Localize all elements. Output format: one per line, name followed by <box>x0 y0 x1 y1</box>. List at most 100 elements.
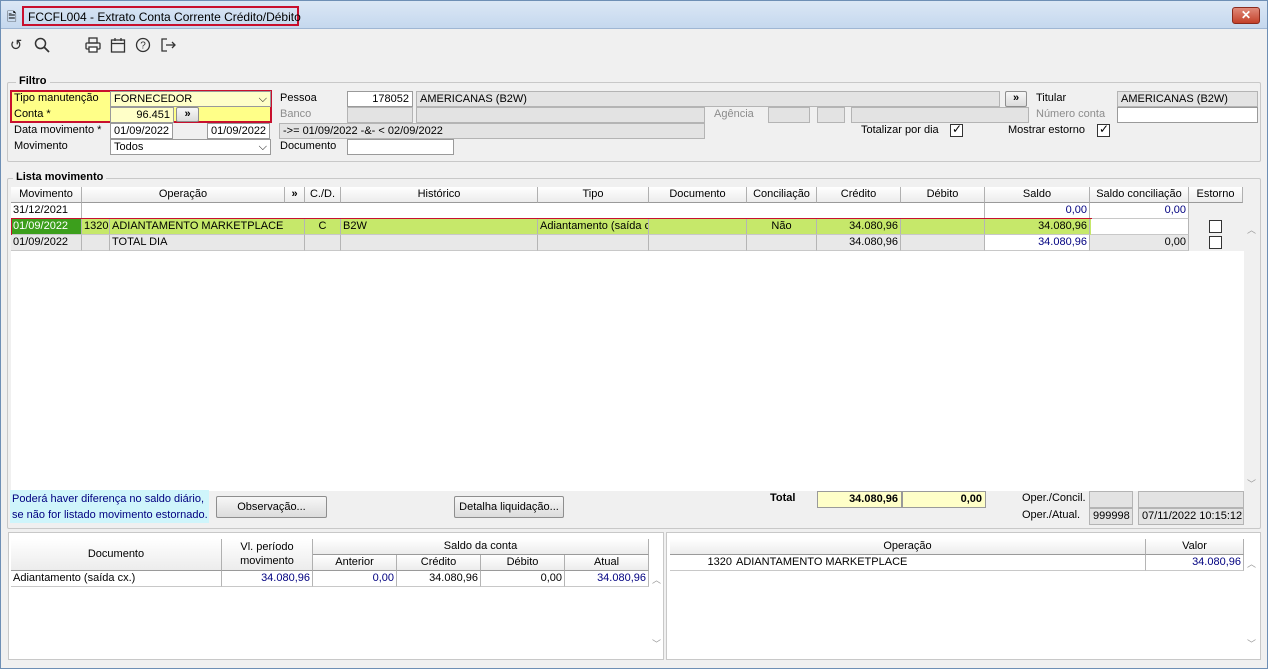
conta-input[interactable]: 96.451 <box>110 107 174 123</box>
col-bl-saldo-conta[interactable]: Saldo da conta <box>313 539 649 555</box>
table-row-cell[interactable]: 0,00 <box>481 571 565 587</box>
table-row-cell[interactable]: 0,00 <box>985 203 1090 219</box>
pessoa-expand-button[interactable]: » <box>1005 91 1027 107</box>
table-row-cell[interactable]: 34.080,96 <box>1146 555 1244 571</box>
pessoa-label: Pessoa <box>280 92 317 104</box>
document-icon: 🗎 <box>7 10 17 24</box>
table-row-cell[interactable]: 34.080,96 <box>565 571 649 587</box>
table-row-cell[interactable] <box>341 235 538 251</box>
col-credito[interactable]: Crédito <box>817 187 901 203</box>
banco-code-field <box>347 107 413 123</box>
col-operacao[interactable]: Operação <box>82 187 285 203</box>
totalizar-checkbox[interactable] <box>950 122 963 137</box>
main-window: 🗎 FCCFL004 - Extrato Conta Corrente Créd… <box>0 0 1268 669</box>
col-br-valor[interactable]: Valor <box>1146 539 1244 555</box>
col-bl-anterior[interactable]: Anterior <box>313 555 397 571</box>
help-icon[interactable]: ? <box>134 37 152 55</box>
col-saldo-conciliacao[interactable]: Saldo conciliação <box>1090 187 1189 203</box>
scroll-down-icon[interactable]: ﹀ <box>1247 477 1256 490</box>
undo-icon[interactable]: ↺ <box>7 37 25 55</box>
scroll-up-icon[interactable]: ︿ <box>652 573 661 586</box>
table-row-cell[interactable]: 34.080,96 <box>985 235 1090 251</box>
col-br-operacao[interactable]: Operação <box>670 539 1146 555</box>
tipo-manutencao-select[interactable]: FORNECEDOR ⌵ <box>110 91 271 107</box>
table-row-cell[interactable]: 0,00 <box>1090 203 1189 219</box>
col-bl-vl-periodo[interactable]: Vl. período movimento <box>222 539 313 571</box>
col-bl-atual[interactable]: Atual <box>565 555 649 571</box>
data-movimento-label: Data movimento * <box>14 124 102 136</box>
scroll-up-icon[interactable]: ︿ <box>1247 223 1256 236</box>
table-row-cell[interactable] <box>82 203 985 219</box>
mostrar-estorno-checkbox[interactable] <box>1097 122 1110 137</box>
table-row-cell[interactable] <box>747 235 817 251</box>
col-conciliacao[interactable]: Conciliação <box>747 187 817 203</box>
oper-atual-user-field: 999998 <box>1089 508 1133 525</box>
oper-concil-datetime-field <box>1138 491 1244 508</box>
table-row-cell[interactable]: 0,00 <box>1090 235 1189 251</box>
table-row-cell[interactable]: Adiantamento (saída cx.) <box>11 571 222 587</box>
agencia-digit-field <box>817 107 845 123</box>
oper-concil-user-field <box>1089 491 1133 508</box>
estorno-checkbox[interactable] <box>1209 236 1222 249</box>
movimento-select[interactable]: Todos ⌵ <box>110 139 271 155</box>
table-row-cell[interactable] <box>649 235 747 251</box>
pessoa-code-input[interactable]: 178052 <box>347 91 413 107</box>
table-row-cell[interactable]: 34.080,96 <box>222 571 313 587</box>
table-row-cell[interactable] <box>305 235 341 251</box>
data-movimento-from-input[interactable]: 01/09/2022 <box>110 123 173 139</box>
col-movimento[interactable]: Movimento <box>11 187 82 203</box>
calendar-icon[interactable] <box>109 37 127 55</box>
agencia-name-field <box>851 107 1029 123</box>
oper-concil-label: Oper./Concil. <box>1022 492 1086 504</box>
col-bl-debito[interactable]: Débito <box>481 555 565 571</box>
svg-text:?: ? <box>140 41 146 52</box>
tipo-manutencao-label: Tipo manutenção <box>14 92 99 104</box>
table-row-cell[interactable]: 0,00 <box>313 571 397 587</box>
mostrar-estorno-label: Mostrar estorno <box>1008 124 1086 136</box>
table-row-cell[interactable]: 1320 <box>670 555 734 571</box>
col-historico[interactable]: Histórico <box>341 187 538 203</box>
table-row-cell[interactable] <box>901 235 985 251</box>
col-debito[interactable]: Débito <box>901 187 985 203</box>
titular-field: AMERICANAS (B2W) <box>1117 91 1258 107</box>
table-row-cell[interactable]: 31/12/2021 <box>11 203 82 219</box>
col-cd[interactable]: C./D. <box>305 187 341 203</box>
lista-movimento-label: Lista movimento <box>13 171 107 183</box>
chevron-down-icon: ⌵ <box>258 93 267 105</box>
col-documento[interactable]: Documento <box>649 187 747 203</box>
scroll-down-icon[interactable]: ﹀ <box>1247 637 1256 650</box>
scroll-down-icon[interactable]: ﹀ <box>652 637 661 650</box>
documento-label: Documento <box>280 140 337 152</box>
table-row-cell[interactable] <box>538 235 649 251</box>
observacao-button[interactable]: Observação... <box>216 496 327 518</box>
table-row-cell[interactable]: 01/09/2022 <box>11 235 82 251</box>
table-row-cell[interactable] <box>82 235 110 251</box>
note-line-2: se não for listado movimento estornado. <box>12 509 208 521</box>
col-estorno[interactable]: Estorno <box>1189 187 1243 203</box>
detalha-liquidacao-button[interactable]: Detalha liquidação... <box>454 496 564 518</box>
search-icon[interactable] <box>33 37 51 55</box>
close-button[interactable]: ✕ <box>1232 7 1260 24</box>
exit-icon[interactable] <box>159 37 177 55</box>
scroll-up-icon[interactable]: ︿ <box>1247 557 1256 570</box>
oper-atual-label: Oper./Atual. <box>1022 509 1081 521</box>
print-icon[interactable] <box>84 37 102 55</box>
total-debito-field: 0,00 <box>902 491 986 508</box>
documento-input[interactable] <box>347 139 454 155</box>
table-row-cell[interactable]: 34.080,96 <box>397 571 481 587</box>
conta-label: Conta * <box>14 108 51 120</box>
table-row-cell[interactable]: ADIANTAMENTO MARKETPLACE <box>734 555 1146 571</box>
col-saldo[interactable]: Saldo <box>985 187 1090 203</box>
col-bl-documento[interactable]: Documento <box>11 539 222 571</box>
conta-expand-button[interactable]: » <box>176 107 199 122</box>
estorno-checkbox[interactable] <box>1209 220 1222 233</box>
table-row-cell[interactable]: TOTAL DIA <box>110 235 305 251</box>
table-row-cell[interactable]: 34.080,96 <box>817 235 901 251</box>
table-row-cell[interactable] <box>1091 219 1189 235</box>
data-movimento-to-input[interactable]: 01/09/2022 <box>207 123 270 139</box>
col-tipo[interactable]: Tipo <box>538 187 649 203</box>
col-expand[interactable]: » <box>285 187 305 203</box>
col-bl-credito[interactable]: Crédito <box>397 555 481 571</box>
chevron-down-icon: ⌵ <box>258 141 267 153</box>
banco-name-field <box>416 107 705 123</box>
